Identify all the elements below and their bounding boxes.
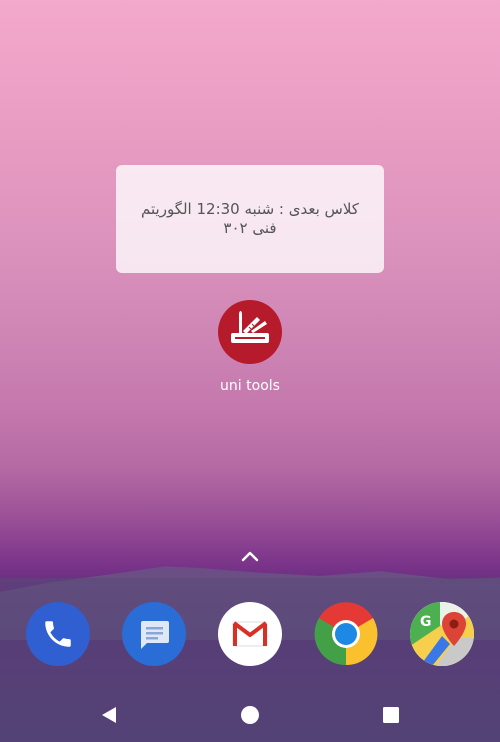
dock-gmail-app[interactable]: [218, 602, 282, 666]
uni-tools-icon: [218, 300, 282, 364]
app-drawer-chevron-up-icon[interactable]: [240, 548, 260, 564]
widget-line-1: کلاس بعدی : شنبه 12:30 الگوریتم: [141, 200, 359, 218]
gmail-icon: [232, 621, 268, 647]
navigation-bar: [0, 688, 500, 742]
app-uni-tools[interactable]: uni tools: [208, 300, 292, 394]
dock-messages-app[interactable]: [122, 602, 186, 666]
dock-chrome-app[interactable]: [314, 602, 378, 666]
dock: G: [0, 602, 500, 668]
recents-icon[interactable]: [378, 702, 404, 728]
schedule-widget[interactable]: کلاس بعدی : شنبه 12:30 الگوریتم فنی ۳۰۲: [116, 165, 384, 273]
chrome-icon: [314, 602, 378, 666]
phone-icon: [45, 621, 71, 647]
svg-text:G: G: [420, 614, 432, 630]
widget-text: کلاس بعدی : شنبه 12:30 الگوریتم فنی ۳۰۲: [123, 200, 377, 238]
dock-phone-app[interactable]: [26, 602, 90, 666]
home-icon[interactable]: [237, 702, 263, 728]
uni-tools-label: uni tools: [220, 378, 280, 394]
maps-icon: G: [410, 602, 474, 666]
widget-line-2: فنی ۳۰۲: [223, 219, 277, 237]
dock-maps-app[interactable]: G: [410, 602, 474, 666]
messages-icon: [141, 621, 169, 649]
back-icon[interactable]: [96, 702, 122, 728]
